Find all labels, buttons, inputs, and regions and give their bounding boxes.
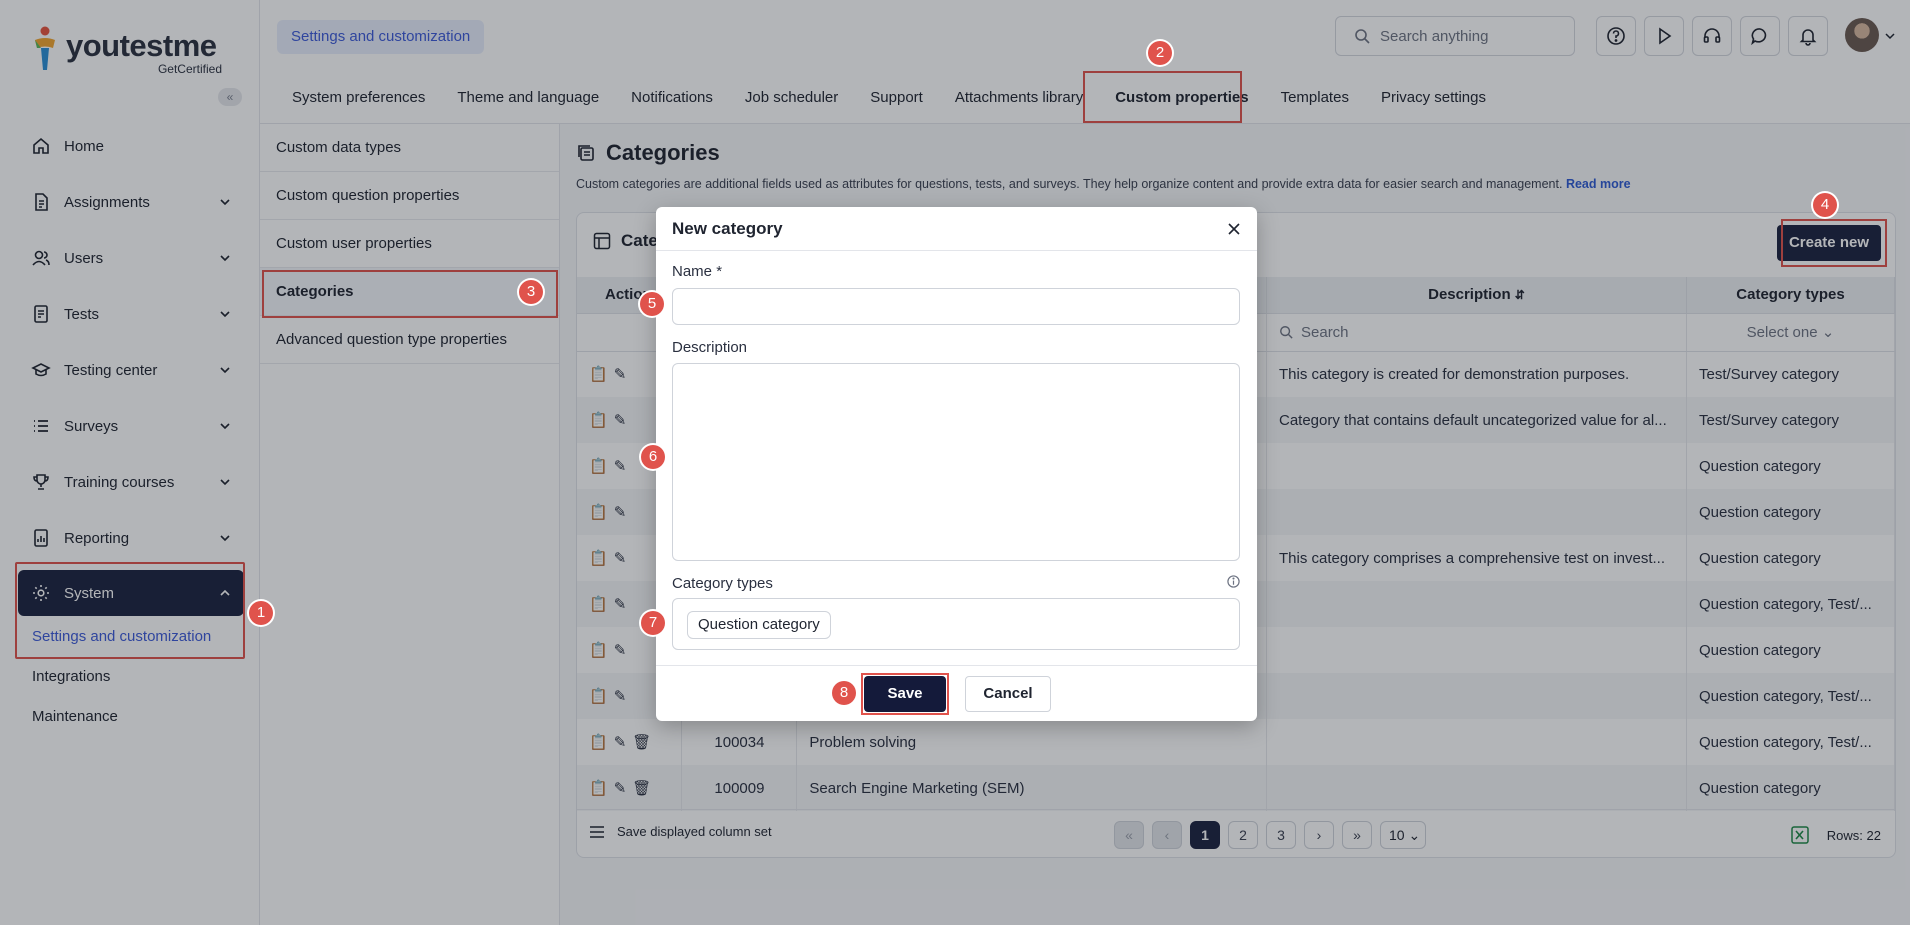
dialog-header: New category — [656, 207, 1257, 251]
highlight-save — [861, 673, 949, 715]
new-category-dialog: New category Name * Description Category… — [656, 207, 1257, 721]
category-type-chip[interactable]: Question category — [687, 611, 831, 639]
step-marker-3: 3 — [519, 280, 543, 304]
step-marker-6: 6 — [641, 445, 665, 469]
dialog-footer: Save Cancel — [656, 665, 1257, 721]
category-types-select[interactable]: Question category — [672, 598, 1240, 650]
step-marker-8: 8 — [832, 681, 856, 705]
step-marker-2: 2 — [1148, 41, 1172, 65]
info-icon[interactable] — [1227, 575, 1240, 588]
category-types-label: Category types — [672, 575, 1240, 592]
close-icon[interactable] — [1227, 222, 1241, 236]
name-input[interactable] — [672, 288, 1240, 325]
cancel-button[interactable]: Cancel — [965, 676, 1051, 712]
name-label: Name * — [672, 263, 723, 280]
description-textarea[interactable] — [672, 363, 1240, 561]
step-marker-7: 7 — [641, 611, 665, 635]
step-marker-1: 1 — [249, 601, 273, 625]
dialog-title: New category — [672, 218, 783, 238]
step-marker-4: 4 — [1813, 193, 1837, 217]
step-marker-5: 5 — [640, 292, 664, 316]
description-label: Description — [672, 339, 748, 356]
